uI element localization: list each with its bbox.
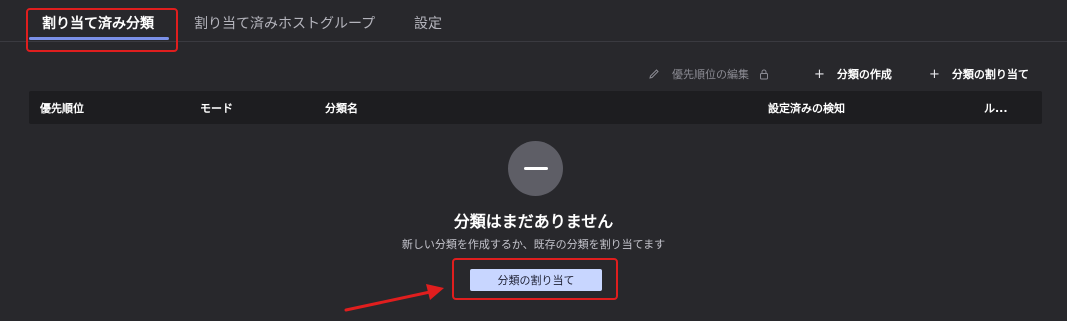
empty-state-icon bbox=[508, 141, 563, 196]
column-header-mode[interactable]: モード bbox=[200, 100, 233, 116]
annotation-highlight-tab bbox=[26, 8, 178, 52]
create-classification-label: 分類の作成 bbox=[836, 68, 892, 81]
assign-classification-toolbar-button[interactable]: + 分類の割り当て bbox=[929, 66, 1029, 82]
create-classification-button[interactable]: + 分類の作成 bbox=[814, 66, 892, 82]
column-header-configured-detections[interactable]: 設定済みの検知 bbox=[768, 100, 845, 116]
tab-assigned-host-groups[interactable]: 割り当て済みホストグループ bbox=[194, 13, 375, 33]
table-header: 優先順位 モード 分類名 設定済みの検知 ル... bbox=[29, 91, 1042, 124]
tab-settings[interactable]: 設定 bbox=[414, 13, 442, 33]
lock-icon bbox=[760, 69, 768, 79]
annotation-arrow-icon bbox=[344, 284, 444, 312]
assign-classification-label: 分類の割り当て bbox=[951, 68, 1029, 81]
plus-icon: + bbox=[814, 66, 825, 82]
annotation-highlight-button bbox=[452, 258, 618, 300]
pencil-icon bbox=[649, 69, 659, 79]
minus-icon bbox=[523, 167, 548, 170]
edit-priority-label: 優先順位の編集 bbox=[672, 68, 749, 81]
edit-priority-button[interactable]: 優先順位の編集 bbox=[648, 66, 769, 82]
empty-state-title: 分類はまだありません bbox=[453, 212, 614, 231]
toolbar: 優先順位の編集 + 分類の作成 + 分類の割り当て bbox=[0, 66, 1067, 82]
column-header-priority[interactable]: 優先順位 bbox=[40, 100, 84, 116]
plus-icon: + bbox=[929, 66, 940, 82]
empty-state-subtitle: 新しい分類を作成するか、既存の分類を割り当てます bbox=[401, 238, 666, 251]
column-header-rules[interactable]: ル... bbox=[984, 100, 1008, 116]
column-header-classification-name[interactable]: 分類名 bbox=[325, 100, 358, 116]
